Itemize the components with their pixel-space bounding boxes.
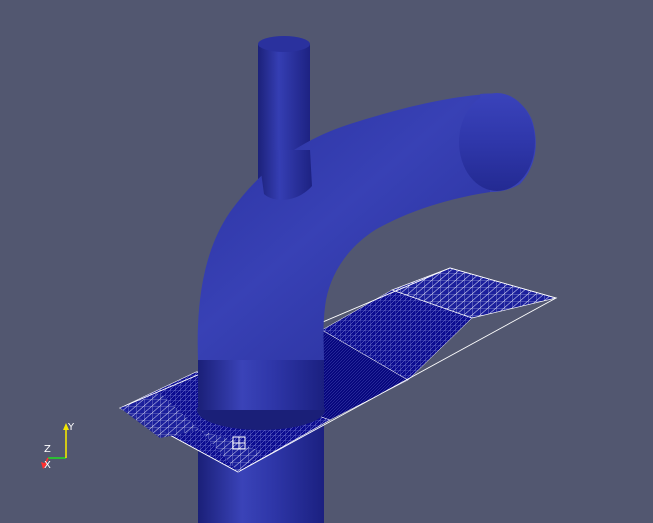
axis-label-z: Z	[44, 444, 51, 455]
branch-junction	[258, 150, 312, 200]
3d-scene[interactable]: Y Z X	[0, 0, 653, 523]
orientation-axes: Y Z X	[41, 422, 75, 471]
axis-label-y: Y	[67, 422, 75, 433]
render-viewport[interactable]: Y Z X	[0, 0, 653, 523]
axis-label-x: X	[44, 460, 51, 471]
mesh-slice[interactable]	[118, 267, 558, 473]
pipe-through-slice	[197, 360, 325, 430]
